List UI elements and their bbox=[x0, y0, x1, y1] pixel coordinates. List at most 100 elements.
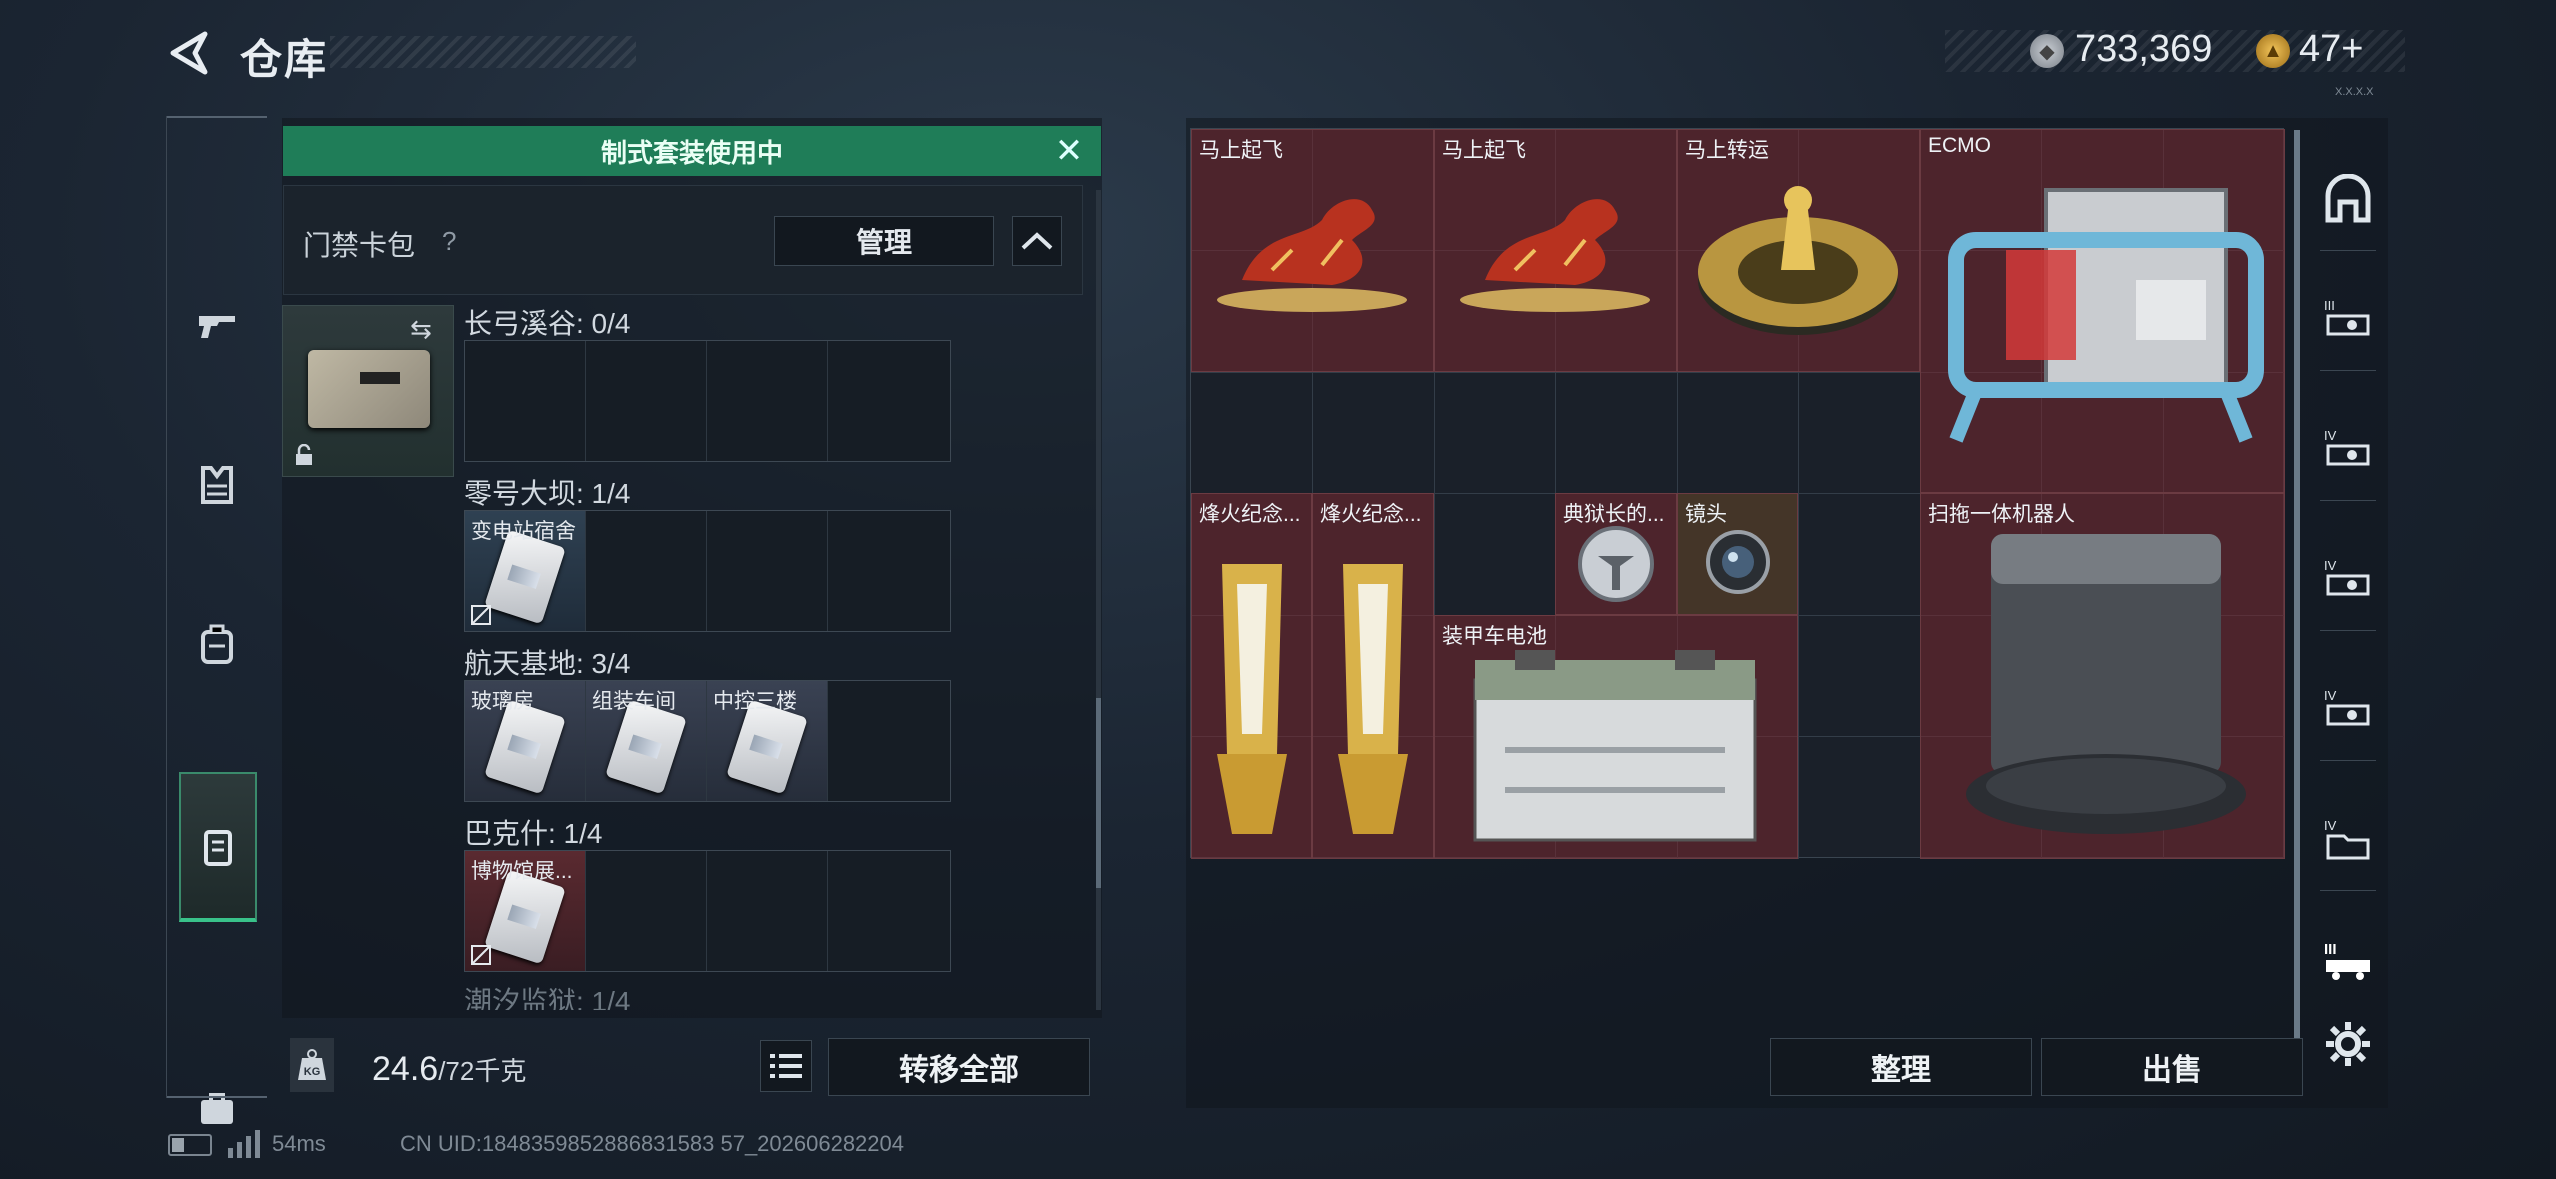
weight-readout: 24.6/72千克 bbox=[372, 1050, 526, 1089]
kg-label: KG bbox=[304, 1066, 321, 1078]
empty-slot[interactable] bbox=[465, 341, 586, 461]
keycard-name: 组装车间 bbox=[592, 690, 676, 713]
backpack-icon[interactable] bbox=[179, 606, 255, 682]
collapse-button[interactable] bbox=[1012, 216, 1062, 266]
section-title: 潮汐监狱: 1/4 bbox=[464, 986, 631, 1010]
svg-text:IV: IV bbox=[2324, 558, 2337, 573]
svg-text:IV: IV bbox=[2324, 818, 2337, 833]
stash-item[interactable]: 装甲车电池 bbox=[1434, 615, 1798, 859]
red-horse-statue-icon bbox=[1217, 199, 1407, 312]
version-text: X.X.X.X bbox=[2335, 86, 2374, 98]
keycard-slot[interactable]: 组装车间 bbox=[586, 681, 707, 801]
item-name: 烽火纪念... bbox=[1199, 503, 1301, 526]
item-name: ECMO bbox=[1928, 134, 1991, 157]
manage-button[interactable]: 管理 bbox=[774, 216, 994, 266]
robot-vacuum-station-icon bbox=[1966, 534, 2246, 834]
item-name: 扫拖一体机器人 bbox=[1928, 503, 2075, 526]
settings-icon[interactable] bbox=[2318, 1014, 2378, 1074]
no-bind-icon bbox=[471, 605, 491, 625]
help-icon[interactable]: ? bbox=[442, 226, 456, 257]
battery-icon bbox=[168, 1134, 212, 1156]
weight-icon: KG bbox=[290, 1038, 334, 1092]
keycard-slot[interactable]: 变电站宿舍 bbox=[465, 511, 586, 631]
right-nav: III IV IV IV IV III bbox=[2308, 130, 2388, 1066]
title-stripe bbox=[330, 36, 636, 68]
keycard-slot[interactable]: 中控三楼 bbox=[707, 681, 828, 801]
sort-button[interactable]: 整理 bbox=[1770, 1038, 2032, 1096]
card-pack-image bbox=[308, 350, 430, 428]
empty-slot[interactable] bbox=[828, 511, 949, 631]
scrollbar-thumb[interactable] bbox=[1096, 698, 1101, 888]
item-name: 马上起飞 bbox=[1199, 139, 1283, 162]
card-row: 变电站宿舍 bbox=[464, 510, 951, 632]
empty-slot[interactable] bbox=[586, 851, 707, 971]
empty-slot[interactable] bbox=[707, 851, 828, 971]
stash-item[interactable]: 烽火纪念... bbox=[1191, 493, 1312, 859]
stash-item[interactable]: 马上起飞 bbox=[1434, 129, 1677, 372]
shelter-icon[interactable] bbox=[2318, 170, 2378, 230]
silver-coin-icon: ◆ bbox=[2030, 34, 2064, 68]
keycard-name: 中控三楼 bbox=[713, 690, 797, 713]
item-name: 马上起飞 bbox=[1442, 139, 1526, 162]
camera-lens-icon bbox=[1706, 530, 1770, 594]
no-bind-icon bbox=[471, 945, 491, 965]
empty-slot[interactable] bbox=[586, 341, 707, 461]
empty-slot[interactable] bbox=[828, 341, 949, 461]
tier-iv-weapon-icon[interactable]: IV bbox=[2318, 420, 2378, 480]
keycard-name: 变电站宿舍 bbox=[471, 520, 576, 543]
stash-item[interactable]: ECMO bbox=[1920, 129, 2285, 493]
item-name: 镜头 bbox=[1685, 503, 1727, 526]
vest-icon[interactable] bbox=[179, 446, 255, 522]
close-icon[interactable]: ✕ bbox=[1052, 134, 1086, 168]
swap-icon[interactable]: ⇆ bbox=[410, 314, 432, 345]
keycard-name: 博物馆展... bbox=[471, 860, 573, 883]
empty-slot[interactable] bbox=[828, 851, 949, 971]
keycard-slot[interactable]: 博物馆展... bbox=[465, 851, 586, 971]
stash-item[interactable]: 马上起飞 bbox=[1191, 129, 1434, 372]
stash-item[interactable]: 烽火纪念... bbox=[1312, 493, 1434, 859]
sell-button[interactable]: 出售 bbox=[2041, 1038, 2303, 1096]
page-title: 仓库 bbox=[240, 36, 329, 83]
stash-scrollbar[interactable] bbox=[2294, 130, 2300, 1040]
item-name: 典狱长的... bbox=[1563, 503, 1665, 526]
stash-item[interactable]: 典狱长的... bbox=[1555, 493, 1677, 615]
keycard-name: 玻璃房 bbox=[471, 690, 534, 713]
empty-slot[interactable] bbox=[828, 681, 949, 801]
back-arrow-icon[interactable] bbox=[165, 28, 215, 78]
tier-iv-folder-icon[interactable]: IV bbox=[2318, 810, 2378, 870]
left-nav bbox=[166, 116, 267, 1124]
tier-iv-weapon-icon[interactable]: IV bbox=[2318, 680, 2378, 740]
cash-amount: 733,369 bbox=[2075, 28, 2213, 70]
gold-coin-icon[interactable]: ▲ bbox=[2256, 34, 2290, 68]
tier-iv-weapon-icon[interactable]: IV bbox=[2318, 550, 2378, 610]
weight-current: 24.6 bbox=[372, 1050, 439, 1088]
list-button[interactable] bbox=[760, 1040, 812, 1092]
premium-amount[interactable]: 47+ bbox=[2299, 28, 2363, 71]
signal-icon bbox=[228, 1130, 260, 1158]
silver-badge-icon bbox=[1578, 526, 1654, 602]
card-row: 玻璃房 组装车间 中控三楼 bbox=[464, 680, 951, 802]
chevron-up-icon bbox=[1021, 232, 1053, 250]
stash-grid[interactable]: 马上起飞 马上起飞 马上转运 ECMO 烽火纪念... 烽火纪念... 典狱长的… bbox=[1190, 128, 2285, 859]
weight-max: /72千克 bbox=[438, 1056, 527, 1086]
list-icon bbox=[770, 1054, 802, 1078]
empty-slot[interactable] bbox=[586, 511, 707, 631]
red-horse-statue-icon bbox=[1460, 199, 1650, 312]
card-case-icon[interactable] bbox=[179, 772, 257, 922]
tier-iii-weapon-icon[interactable]: III bbox=[2318, 290, 2378, 350]
transfer-all-button[interactable]: 转移全部 bbox=[828, 1038, 1090, 1096]
stash-item[interactable]: 马上转运 bbox=[1677, 129, 1920, 372]
tier-iii-vehicle-icon[interactable]: III bbox=[2318, 930, 2378, 990]
stash-item[interactable]: 镜头 bbox=[1677, 493, 1798, 615]
gold-horse-coin-icon bbox=[1698, 186, 1898, 335]
empty-slot[interactable] bbox=[707, 511, 828, 631]
gun-icon[interactable] bbox=[179, 286, 255, 362]
svg-text:IV: IV bbox=[2324, 428, 2337, 443]
kit-banner: 制式套装使用中 bbox=[283, 126, 1101, 176]
keycard-slot[interactable]: 玻璃房 bbox=[465, 681, 586, 801]
empty-slot[interactable] bbox=[707, 341, 828, 461]
section-title: 航天基地: 3/4 bbox=[464, 648, 631, 679]
stash-item[interactable]: 扫拖一体机器人 bbox=[1920, 493, 2285, 859]
ping-text: 54ms bbox=[272, 1131, 326, 1156]
uid-text: CN UID:1848359852886831583 57_2026062822… bbox=[400, 1131, 905, 1156]
